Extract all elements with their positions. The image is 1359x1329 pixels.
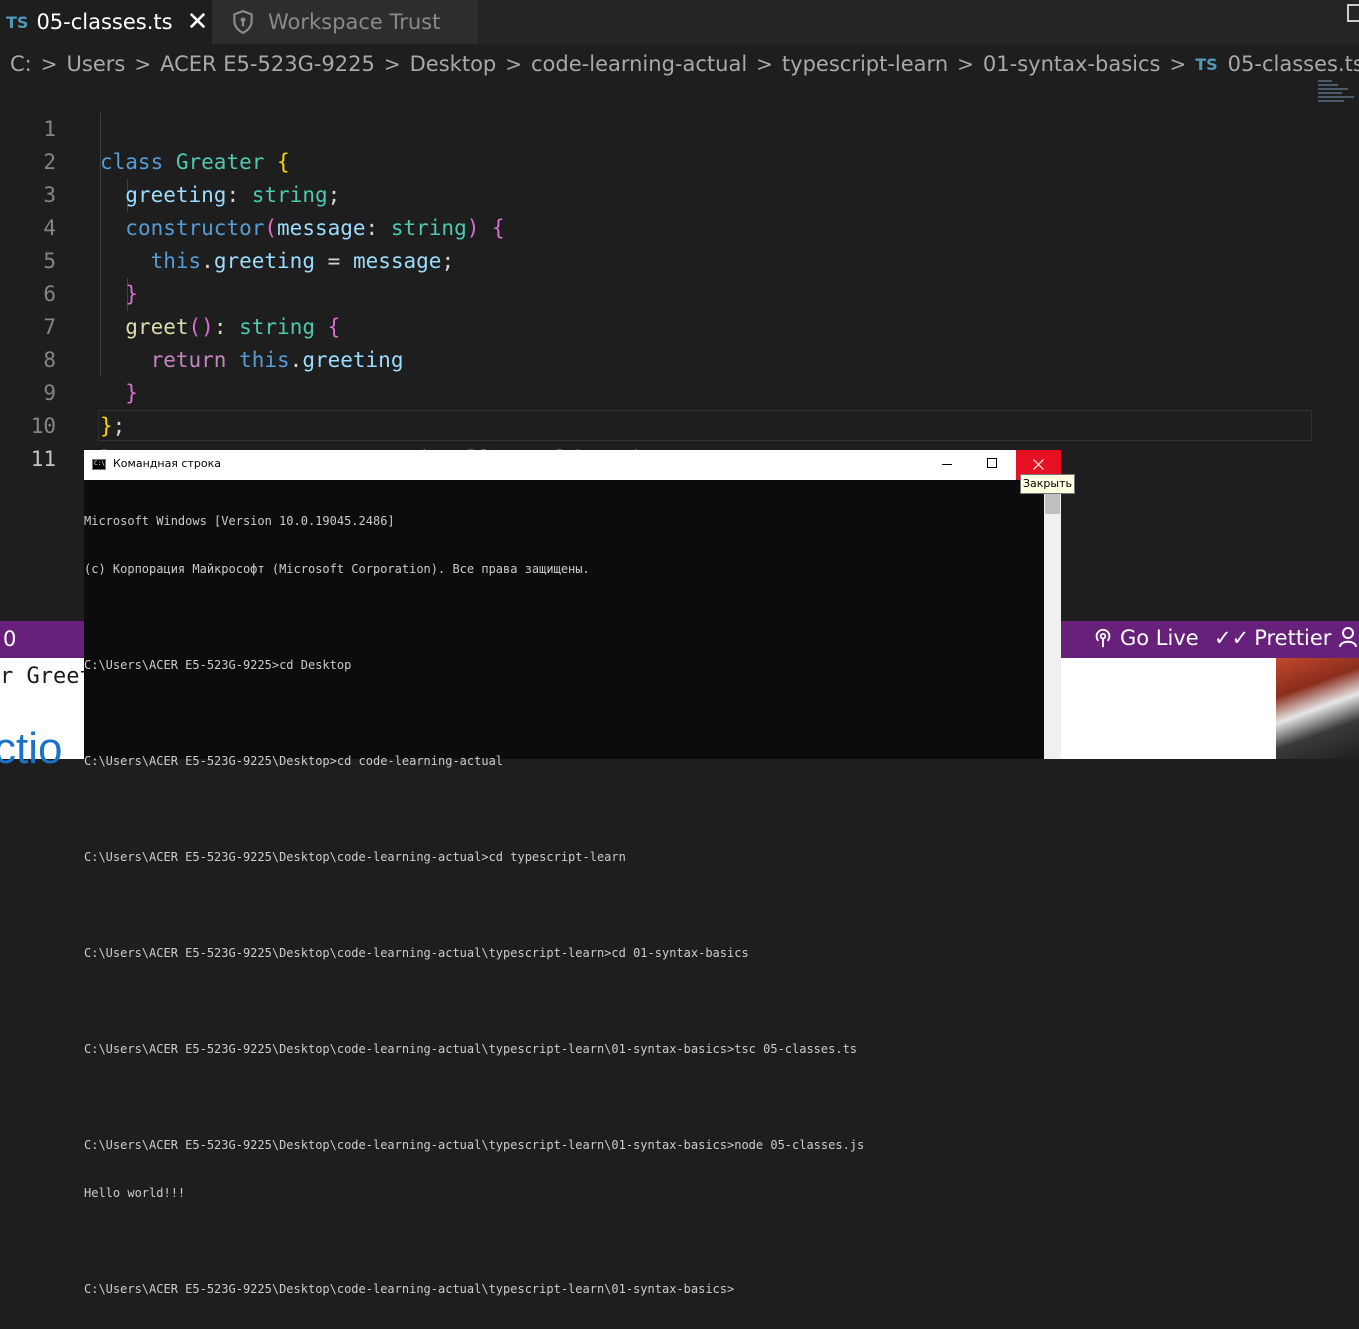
breadcrumb-item[interactable]: code-learning-actual — [531, 52, 747, 76]
chevron-right-icon: > — [1169, 52, 1187, 76]
cmd-line: Hello world!!! — [84, 1186, 186, 1200]
current-line-highlight — [98, 410, 1312, 441]
cmd-window-title: Командная строка — [113, 457, 221, 470]
editor-tab-bar: TS 05-classes.ts ✕ Workspace Trust — [0, 0, 1359, 44]
code-line: 11 console.log(greeter.greet()); — [0, 410, 467, 504]
chevron-right-icon: > — [505, 52, 523, 76]
cmd-line — [84, 897, 1044, 913]
code-line: 7 return this.greeting — [0, 278, 403, 372]
breadcrumb-item[interactable]: ACER E5-523G-9225 — [160, 52, 375, 76]
chevron-right-icon: > — [383, 52, 401, 76]
cmd-line: C:\Users\ACER E5-523G-9225>cd Desktop — [84, 658, 352, 672]
prettier-button[interactable]: ✓✓ Prettier — [1214, 626, 1331, 650]
breadcrumb-item[interactable]: C: — [10, 52, 32, 76]
typescript-file-icon: TS — [6, 12, 29, 32]
breadcrumb: C: > Users > ACER E5-523G-9225 > Desktop… — [10, 49, 1359, 79]
breadcrumb-file[interactable]: 05-classes.ts — [1228, 52, 1359, 76]
cmd-line: C:\Users\ACER E5-523G-9225\Desktop\code-… — [84, 1282, 735, 1296]
person-icon — [1339, 627, 1357, 648]
cmd-line: C:\Users\ACER E5-523G-9225\Desktop\code-… — [84, 1042, 858, 1056]
cmd-app-icon: C:\ — [92, 459, 106, 470]
go-live-label: Go Live — [1120, 626, 1199, 650]
breadcrumb-item[interactable]: 01-syntax-basics — [983, 52, 1161, 76]
breadcrumb-item[interactable]: typescript-learn — [782, 52, 948, 76]
tab-workspace-trust[interactable]: Workspace Trust — [212, 0, 478, 44]
cmd-line — [84, 1233, 1044, 1249]
code-line: 6 greet(): string { — [0, 245, 340, 339]
chevron-right-icon: > — [957, 52, 974, 76]
split-editor-icon[interactable] — [1347, 4, 1359, 22]
cmd-line — [84, 705, 1044, 721]
close-icon[interactable]: ✕ — [187, 9, 209, 35]
cmd-output[interactable]: Microsoft Windows [Version 10.0.19045.24… — [84, 481, 1044, 1329]
tab-05-classes[interactable]: TS 05-classes.ts ✕ — [0, 0, 212, 44]
code-line: 4 this.greeting = message; — [0, 179, 454, 273]
broadcast-icon — [1095, 629, 1111, 648]
close-tooltip: Закрыть — [1020, 474, 1075, 494]
chevron-right-icon: > — [134, 52, 152, 76]
feedback-icon[interactable] — [1339, 626, 1359, 648]
tab-label: Workspace Trust — [268, 10, 441, 34]
cmd-title-bar[interactable]: C:\ Командная строка — [84, 450, 1061, 480]
code-line: 10 let greeter = new Greater("Hello worl… — [0, 377, 657, 471]
tab-label: 05-classes.ts — [36, 10, 173, 34]
chevron-right-icon: > — [756, 52, 773, 76]
cmd-scrollbar[interactable] — [1044, 480, 1061, 759]
code-line: 8 } — [0, 311, 138, 405]
code-line: 2 greeting: string; — [0, 113, 340, 207]
line-number: 11 — [30, 447, 56, 471]
cmd-line: Microsoft Windows [Version 10.0.19045.24… — [84, 514, 395, 528]
close-icon — [1033, 459, 1044, 470]
cmd-line — [84, 801, 1044, 817]
scrollbar-thumb[interactable] — [1045, 494, 1060, 514]
cmd-line — [84, 1089, 1044, 1105]
minimap[interactable] — [1318, 80, 1358, 110]
code-editor[interactable]: 1 class Greater { 2 greeting: string; 3 … — [0, 80, 1312, 504]
cmd-line: (c) Корпорация Майкрософт (Microsoft Cor… — [84, 562, 590, 576]
chevron-right-icon: > — [40, 52, 58, 76]
page-image — [1276, 658, 1359, 759]
status-problems-count[interactable]: 0 — [3, 627, 16, 651]
maximize-button[interactable] — [987, 458, 997, 468]
cmd-line: C:\Users\ACER E5-523G-9225\Desktop\code-… — [84, 850, 626, 864]
cmd-line: C:\Users\ACER E5-523G-9225\Desktop>cd co… — [84, 754, 504, 768]
cmd-line: C:\Users\ACER E5-523G-9225\Desktop\code-… — [84, 1138, 865, 1152]
typescript-file-icon: TS — [1195, 54, 1218, 74]
cmd-line: C:\Users\ACER E5-523G-9225\Desktop\code-… — [84, 946, 749, 960]
double-check-icon: ✓✓ — [1214, 626, 1250, 650]
code-line: 5 } — [0, 212, 138, 306]
cmd-line — [84, 993, 1044, 1009]
breadcrumb-item[interactable]: Users — [67, 52, 126, 76]
shield-icon — [233, 10, 253, 35]
page-heading: ctio — [0, 724, 63, 773]
minimize-button[interactable] — [942, 464, 952, 465]
go-live-button[interactable]: Go Live — [1092, 626, 1199, 650]
breadcrumb-item[interactable]: Desktop — [410, 52, 497, 76]
page-code-snippet: r Greet — [0, 664, 93, 689]
code-line: 3 constructor(message: string) { — [0, 146, 504, 240]
code-line: 9 }; — [0, 344, 125, 438]
prettier-label: Prettier — [1254, 626, 1332, 650]
cmd-line — [84, 609, 1044, 625]
command-prompt-window[interactable]: C:\ Командная строка Microsoft Windows [… — [84, 450, 1061, 1296]
code-line: 1 class Greater { — [0, 80, 289, 174]
